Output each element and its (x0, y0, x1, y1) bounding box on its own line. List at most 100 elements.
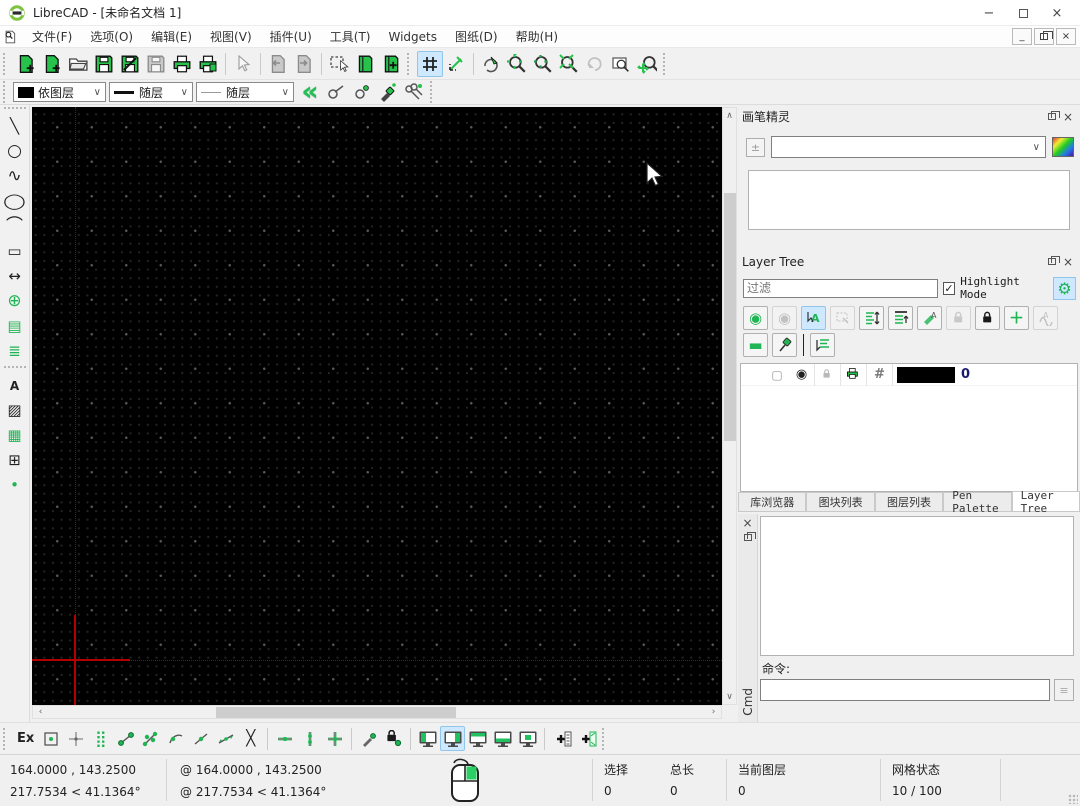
menu-edit[interactable]: 编辑(E) (142, 26, 201, 47)
snap-entity-button[interactable] (138, 726, 163, 751)
snap-grid-points-button[interactable]: ⣿ (88, 726, 113, 751)
zoom-in-button[interactable] (504, 51, 530, 77)
ortho-isometric-button[interactable] (443, 51, 469, 77)
print-button[interactable] (169, 51, 195, 77)
grid-toggle-button[interactable] (417, 51, 443, 77)
save-all-button[interactable] (143, 51, 169, 77)
menu-options[interactable]: 选项(O) (81, 26, 142, 47)
lock-relative-zero-button[interactable] (381, 726, 406, 751)
pin-layer-button[interactable] (772, 333, 797, 357)
close-button[interactable]: × (1040, 0, 1074, 26)
undo-button[interactable] (265, 51, 291, 77)
horizontal-scrollbar[interactable]: ‹ › (32, 705, 722, 719)
pen-color-select[interactable]: 依图层 ∨ (13, 82, 106, 102)
toolbar-handle[interactable] (4, 366, 26, 372)
line-tool-button[interactable]: ╲ (2, 114, 28, 139)
layer-lock-icon[interactable] (821, 368, 835, 382)
view-left-pane-button[interactable] (415, 726, 440, 751)
scroll-up-arrow[interactable]: ∧ (723, 108, 736, 123)
corner-rect-icon[interactable]: ▢ (771, 369, 782, 381)
toolbar-handle[interactable] (602, 728, 609, 750)
point-tool-button[interactable]: • (2, 473, 28, 498)
rename-layer-button[interactable]: A (917, 306, 942, 330)
float-dock-button[interactable] (1044, 110, 1060, 124)
mdi-restore-button[interactable] (1034, 28, 1054, 45)
layer-filter-input[interactable] (743, 279, 938, 298)
block-tool-button[interactable]: ⊞ (2, 448, 28, 473)
mdi-minimize-button[interactable]: _ (1012, 28, 1032, 45)
close-dock-button[interactable]: × (1060, 110, 1076, 124)
layer-visible-icon[interactable]: ◉ (796, 368, 807, 381)
restrict-orthogonal-button[interactable] (322, 726, 347, 751)
tab-block-list[interactable]: 图块列表 (806, 492, 874, 511)
menu-tools[interactable]: 工具(T) (321, 26, 380, 47)
view-floating-pane-button[interactable] (515, 726, 540, 751)
text-tool-button[interactable]: A (2, 373, 28, 398)
hide-all-layers-button[interactable]: ◉ (772, 306, 797, 330)
vertical-scroll-thumb[interactable] (724, 193, 736, 441)
print-preview-button[interactable] (195, 51, 221, 77)
save-as-button[interactable] (117, 51, 143, 77)
exclusive-snap-label[interactable]: Ex (13, 731, 38, 746)
zoom-window-button[interactable] (608, 51, 634, 77)
view-top-pane-button[interactable] (465, 726, 490, 751)
pick-entity-attributes-button[interactable] (323, 79, 349, 105)
command-options-button[interactable]: ≡ (1054, 679, 1074, 701)
scroll-down-arrow[interactable]: ∨ (723, 689, 736, 704)
float-dock-button[interactable] (1044, 255, 1060, 269)
layer-print-icon[interactable] (846, 367, 861, 382)
pen-linetype-select[interactable]: 随层 ∨ (196, 82, 294, 102)
layer-name[interactable]: 0 (961, 367, 970, 382)
new-from-template-button[interactable] (39, 51, 65, 77)
pen-color-palette-button[interactable] (1052, 137, 1074, 157)
show-all-layers-button[interactable]: ◉ (743, 306, 768, 330)
menu-file[interactable]: 文件(F) (23, 26, 81, 47)
mdi-close-button[interactable]: × (1056, 28, 1076, 45)
polyline-tool-button[interactable]: ⌒ (2, 214, 28, 239)
snap-endpoints-button[interactable] (113, 726, 138, 751)
menu-plugins[interactable]: 插件(U) (261, 26, 321, 47)
view-right-pane-button[interactable] (440, 726, 465, 751)
float-dock-button[interactable] (740, 530, 756, 544)
menu-widgets[interactable]: Widgets (379, 28, 446, 46)
apply-pen-brush-button[interactable] (375, 79, 401, 105)
toolbar-handle[interactable] (3, 728, 10, 750)
set-relative-zero-button[interactable] (356, 726, 381, 751)
move-layer-top-button[interactable] (888, 306, 913, 330)
toolbar-handle[interactable] (4, 107, 26, 113)
tab-layer-tree[interactable]: Layer Tree (1012, 491, 1080, 511)
snap-distance-button[interactable] (213, 726, 238, 751)
measure-tool-button[interactable]: ▤ (2, 314, 28, 339)
select-tool-button[interactable]: ▭ (2, 239, 28, 264)
drawing-canvas[interactable] (32, 107, 722, 705)
select-entities-button[interactable] (326, 51, 352, 77)
zoom-out-button[interactable] (530, 51, 556, 77)
zoom-pan-button[interactable] (634, 51, 660, 77)
redraw-button[interactable] (478, 51, 504, 77)
restrict-vertical-button[interactable] (297, 726, 322, 751)
open-button[interactable] (65, 51, 91, 77)
layer-color-swatch[interactable] (897, 367, 955, 383)
view-bottom-pane-button[interactable] (490, 726, 515, 751)
toolbar-handle[interactable] (663, 53, 670, 75)
close-dock-button[interactable]: × (1060, 255, 1076, 269)
layer-construction-icon[interactable]: # (874, 368, 885, 381)
back-button[interactable]: « (297, 79, 323, 105)
toolbar-handle[interactable] (430, 81, 437, 103)
zoom-previous-button[interactable] (582, 51, 608, 77)
remove-layer-button[interactable]: ▬ (743, 333, 768, 357)
order-tool-button[interactable]: ≣ (2, 339, 28, 364)
lock-layer-button[interactable] (975, 306, 1000, 330)
layer-settings-button[interactable]: ⚙ (1053, 277, 1076, 300)
match-layer-name-button[interactable]: A (801, 306, 826, 330)
select-layer-entities-button[interactable] (830, 306, 855, 330)
pen-toggle-button[interactable]: ± (746, 138, 765, 157)
tab-library-browser[interactable]: 库浏览器 (738, 492, 806, 511)
layer-row[interactable]: ▢ ◉ # 0 (741, 364, 1077, 386)
resize-grip[interactable] (1068, 794, 1078, 804)
vertical-scrollbar[interactable]: ∧ ∨ (722, 107, 737, 705)
toolbar-handle[interactable] (407, 53, 414, 75)
add-layer-button[interactable]: ＋ (1004, 306, 1029, 330)
pen-wizard-select[interactable]: ∨ (771, 136, 1046, 158)
ellipse-tool-button[interactable]: ◯ (2, 189, 28, 214)
